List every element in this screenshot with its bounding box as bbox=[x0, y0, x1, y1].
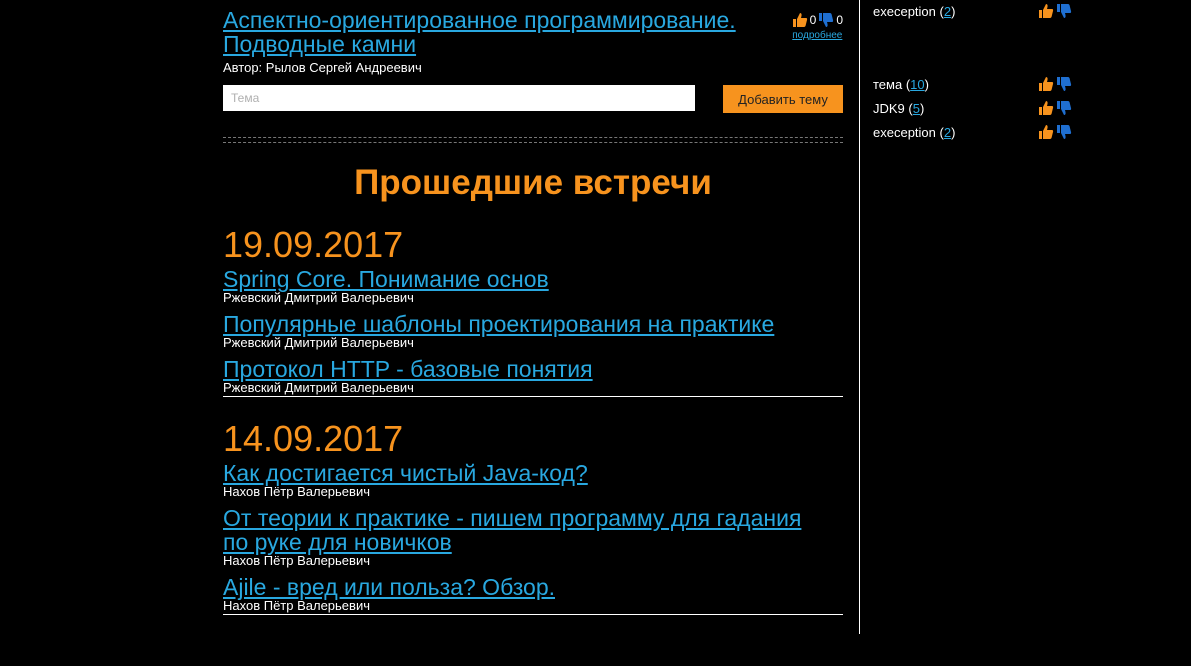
tag-row: тема (10) bbox=[873, 73, 1073, 97]
likes-count: 0 bbox=[809, 13, 817, 27]
topic-author: Автор: Рылов Сергей Андреевич bbox=[223, 60, 422, 75]
talk-title-link[interactable]: Spring Core. Понимание основ bbox=[223, 267, 843, 291]
talk-title-link[interactable]: Как достигается чистый Java-код? bbox=[223, 461, 843, 485]
tag-votes bbox=[1038, 76, 1072, 92]
meeting-date: 14.09.2017 bbox=[223, 418, 404, 459]
tag-row: exeception (2) bbox=[873, 121, 1073, 145]
talk-author: Нахов Пётр Валерьевич bbox=[223, 484, 370, 499]
column-divider bbox=[859, 0, 860, 634]
divider bbox=[223, 137, 843, 143]
add-topic-button[interactable]: Добавить тему bbox=[723, 85, 843, 113]
current-topic: Аспектно-ориентированное программировани… bbox=[223, 8, 843, 75]
add-topic-form: Добавить тему bbox=[223, 85, 843, 113]
thumbs-up-icon[interactable] bbox=[792, 12, 808, 28]
thumbs-up-icon[interactable] bbox=[1038, 3, 1054, 19]
talk-item: Как достигается чистый Java-код? Нахов П… bbox=[223, 461, 843, 499]
tag-name: exeception bbox=[873, 4, 936, 19]
meeting: 19.09.2017 Spring Core. Понимание основ … bbox=[223, 223, 843, 397]
tag-count-link[interactable]: 5 bbox=[913, 101, 920, 116]
talk-author: Ржевский Дмитрий Валерьевич bbox=[223, 380, 414, 395]
tag-row: JDK9 (5) bbox=[873, 97, 1073, 121]
talk-title-link[interactable]: Популярные шаблоны проектирования на пра… bbox=[223, 312, 843, 336]
topic-votes: 0 0 подробнее bbox=[792, 12, 843, 41]
talk-item: Ajile - вред или польза? Обзор. Нахов Пё… bbox=[223, 575, 843, 613]
thumbs-down-icon[interactable] bbox=[1056, 76, 1072, 92]
tag-count-link[interactable]: 10 bbox=[910, 77, 924, 92]
talk-item: От теории к практике - пишем программу д… bbox=[223, 506, 843, 568]
dislikes-count: 0 bbox=[836, 13, 843, 27]
thumbs-down-icon[interactable] bbox=[1056, 100, 1072, 116]
topic-title-link[interactable]: Аспектно-ориентированное программировани… bbox=[223, 8, 783, 56]
sidebar: exeception (2) тема (10) JDK9 (5) execep… bbox=[873, 0, 1073, 145]
talk-author: Нахов Пётр Валерьевич bbox=[223, 553, 370, 568]
thumbs-down-icon[interactable] bbox=[1056, 3, 1072, 19]
meeting-date: 19.09.2017 bbox=[223, 224, 404, 265]
talk-author: Ржевский Дмитрий Валерьевич bbox=[223, 290, 414, 305]
thumbs-up-icon[interactable] bbox=[1038, 124, 1054, 140]
talk-item: Spring Core. Понимание основ Ржевский Дм… bbox=[223, 267, 843, 305]
topic-input[interactable] bbox=[223, 85, 695, 111]
talk-author: Нахов Пётр Валерьевич bbox=[223, 598, 370, 613]
talk-item: Протокол HTTP - базовые понятия Ржевский… bbox=[223, 357, 843, 395]
thumbs-up-icon[interactable] bbox=[1038, 76, 1054, 92]
past-meetings-heading: Прошедшие встречи bbox=[354, 163, 712, 202]
tag-count-link[interactable]: 2 bbox=[944, 4, 951, 19]
tag-votes bbox=[1038, 124, 1072, 140]
thumbs-up-icon[interactable] bbox=[1038, 100, 1054, 116]
tag-name: exeception bbox=[873, 125, 936, 140]
more-link[interactable]: подробнее bbox=[792, 30, 843, 41]
tag-count-link[interactable]: 2 bbox=[944, 125, 951, 140]
talk-author: Ржевский Дмитрий Валерьевич bbox=[223, 335, 414, 350]
tag-row: exeception (2) bbox=[873, 0, 1073, 24]
meeting: 14.09.2017 Как достигается чистый Java-к… bbox=[223, 417, 843, 615]
talk-title-link[interactable]: От теории к практике - пишем программу д… bbox=[223, 506, 823, 554]
tag-votes bbox=[1038, 100, 1072, 116]
tag-votes bbox=[1038, 3, 1072, 19]
talk-item: Популярные шаблоны проектирования на пра… bbox=[223, 312, 843, 350]
talk-title-link[interactable]: Ajile - вред или польза? Обзор. bbox=[223, 575, 843, 599]
talk-title-link[interactable]: Протокол HTTP - базовые понятия bbox=[223, 357, 843, 381]
main-column: Аспектно-ориентированное программировани… bbox=[223, 0, 843, 615]
tag-name: тема bbox=[873, 77, 903, 92]
thumbs-down-icon[interactable] bbox=[818, 12, 834, 28]
thumbs-down-icon[interactable] bbox=[1056, 124, 1072, 140]
tag-name: JDK9 bbox=[873, 101, 905, 116]
